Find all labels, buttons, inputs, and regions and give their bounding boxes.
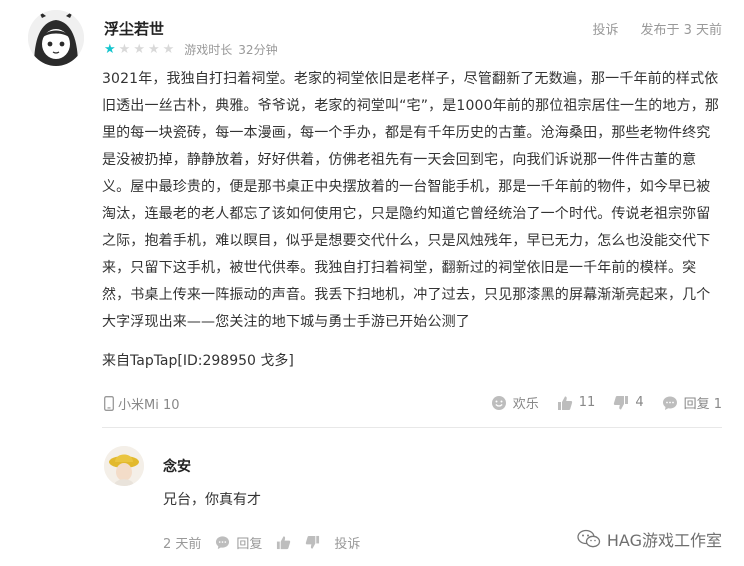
- publish-time: 发布于 3 天前: [640, 23, 722, 38]
- yellow-hat-avatar-icon: [104, 446, 144, 486]
- reply-count: 回复 1: [683, 397, 722, 412]
- star-filled-icon: ★: [104, 42, 116, 57]
- reply-reply-label: 回复: [236, 537, 263, 552]
- watermark-text: HAG游戏工作室: [606, 531, 722, 550]
- dislike-button[interactable]: 4: [613, 395, 644, 411]
- thumbs-up-icon: [557, 395, 573, 411]
- review-body: 3021年，我独自打扫着祠堂。老家的祠堂依旧是老样子，尽管翻新了无数遍，那一千年…: [102, 71, 720, 330]
- funny-label: 欢乐: [512, 397, 539, 412]
- wechat-icon: [577, 529, 601, 549]
- device-info: 小米Mi 10: [104, 394, 180, 413]
- thumbs-up-icon: [276, 535, 291, 550]
- star-empty-icon: ★: [162, 42, 175, 57]
- star-empty-icon: ★: [118, 42, 131, 57]
- reply-dislike-button[interactable]: [305, 535, 320, 550]
- comment-icon: [662, 395, 678, 411]
- dislike-count: 4: [635, 395, 644, 410]
- star-empty-icon: ★: [133, 42, 145, 57]
- reply-meta: 2 天前 回复 投诉: [163, 533, 360, 552]
- funny-button[interactable]: 欢乐: [491, 393, 539, 412]
- reply-button[interactable]: 回复 1: [662, 393, 722, 412]
- replier-avatar[interactable]: [104, 446, 144, 486]
- smile-icon: [491, 395, 507, 411]
- divider: [102, 427, 722, 428]
- reviewer-avatar[interactable]: [28, 10, 84, 66]
- rating-row: ★ ★ ★ ★ ★ 游戏时长 32分钟: [104, 41, 278, 58]
- reply-reply-button[interactable]: 回复: [215, 533, 262, 552]
- phone-icon: [104, 396, 114, 411]
- reply-time: 2 天前: [163, 537, 202, 552]
- review-source: 来自TapTap[ID:298950 戈多]: [102, 353, 294, 369]
- cartoon-girl-avatar-icon: [28, 10, 84, 66]
- playtime-label: 游戏时长: [184, 43, 233, 57]
- comment-icon: [215, 535, 230, 550]
- thumbs-down-icon: [613, 395, 629, 411]
- reply-text: 兄台，你真有才: [163, 492, 261, 508]
- reply-report-button[interactable]: 投诉: [334, 533, 360, 552]
- reply-like-button[interactable]: [276, 535, 291, 550]
- playtime-value: 32分钟: [238, 43, 278, 57]
- watermark: HAG游戏工作室: [577, 527, 722, 551]
- like-button[interactable]: 11: [557, 395, 596, 411]
- reviewer-name[interactable]: 浮尘若世: [104, 18, 164, 39]
- replier-name[interactable]: 念安: [163, 456, 191, 476]
- review-header-actions: 投诉 发布于 3 天前: [592, 19, 722, 38]
- report-button[interactable]: 投诉: [592, 19, 618, 38]
- review-actions: 欢乐 11 4 回复 1: [491, 393, 722, 412]
- star-rating: ★ ★ ★ ★ ★: [104, 43, 174, 56]
- star-empty-icon: ★: [147, 42, 160, 57]
- thumbs-down-icon: [305, 535, 320, 550]
- like-count: 11: [578, 395, 596, 410]
- device-name: 小米Mi 10: [118, 398, 180, 413]
